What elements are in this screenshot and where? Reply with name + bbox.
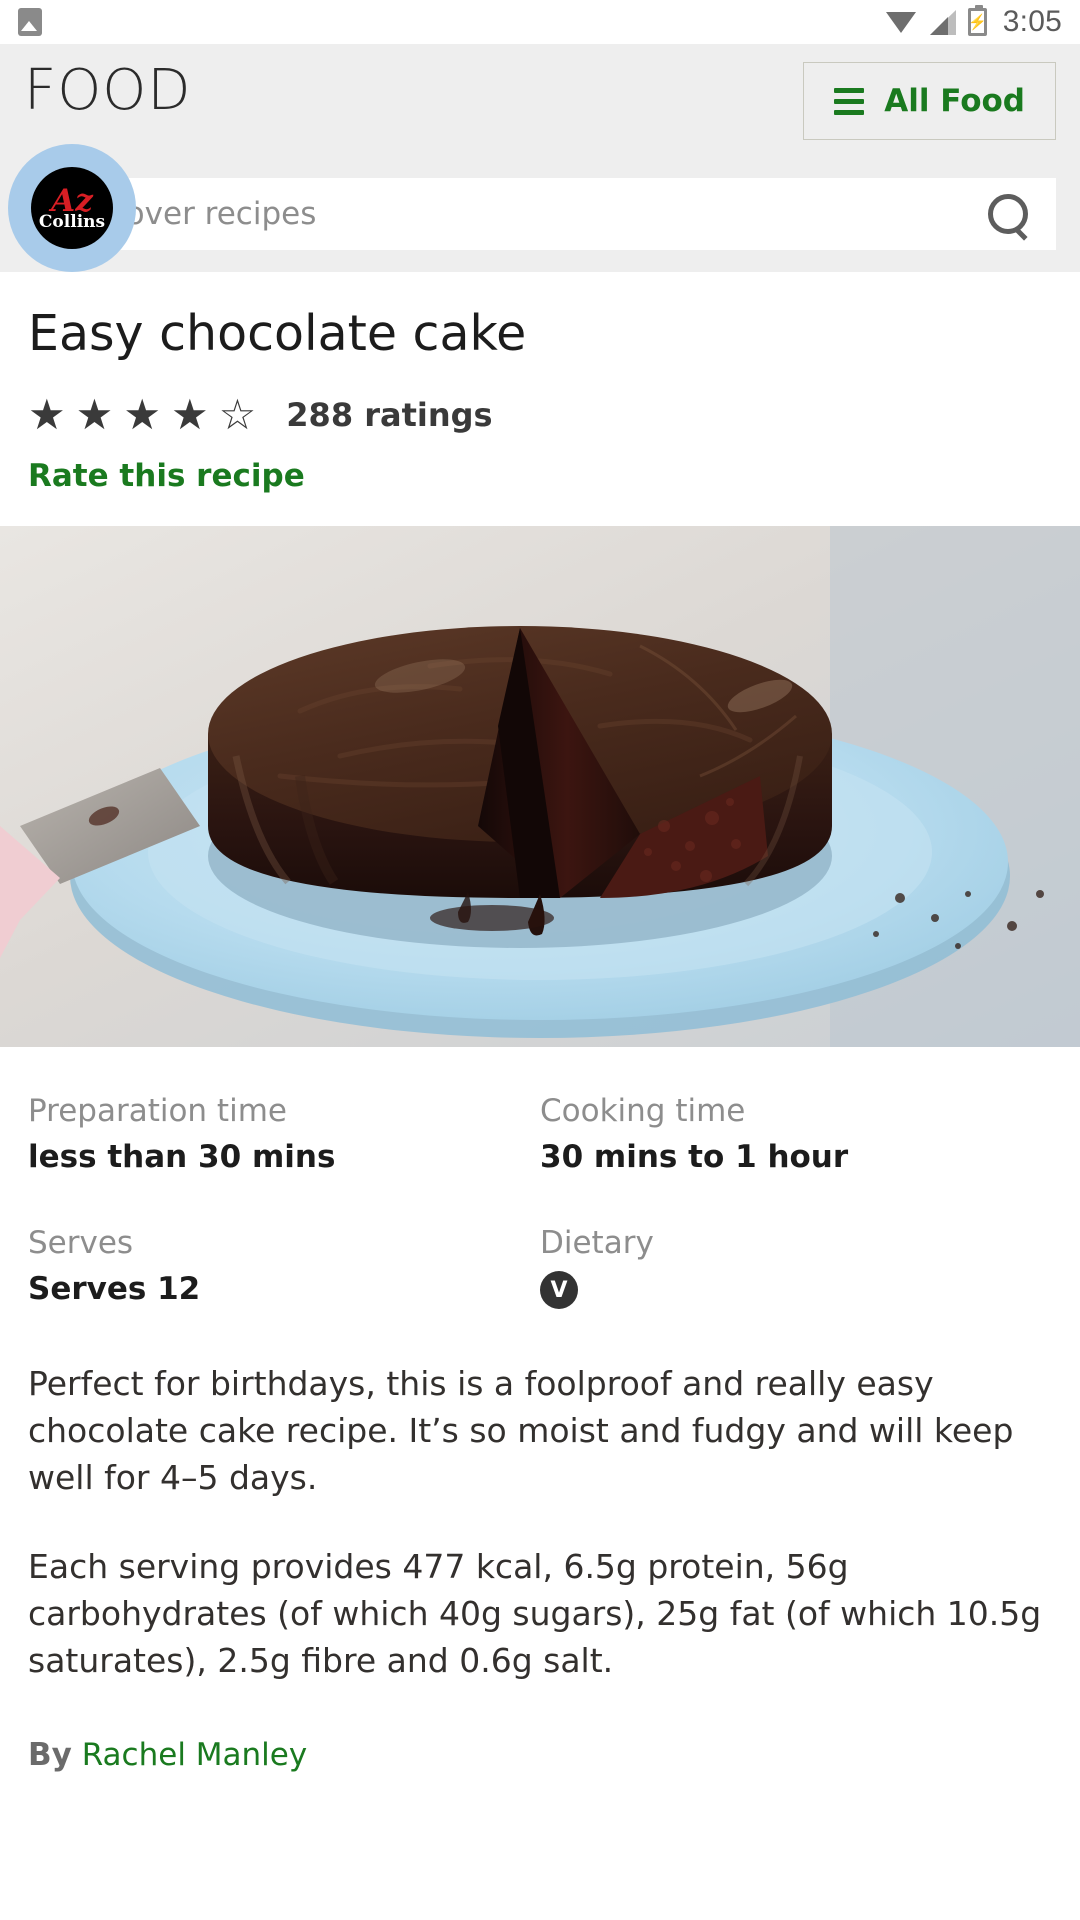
status-bar-clock: 3:05	[1002, 5, 1062, 38]
meta-value: less than 30 mins	[28, 1139, 336, 1176]
hero-illustration	[0, 526, 1080, 1048]
rate-this-recipe-link[interactable]: Rate this recipe	[28, 458, 305, 494]
star-2-filled[interactable]: ★	[76, 394, 114, 436]
description-paragraph-2: Each serving provides 477 kcal, 6.5g pro…	[28, 1546, 1042, 1680]
recipe-header-block: Easy chocolate cake ★ ★ ★ ★ ☆ 288 ratings Ra…	[0, 272, 1080, 495]
recipe-hero-image	[0, 526, 1080, 1048]
page-title: Easy chocolate cake	[28, 305, 527, 362]
meta-value: 30 mins to 1 hour	[540, 1139, 849, 1176]
search-icon[interactable]	[986, 192, 1030, 236]
collins-logo-circle: Az Collins	[31, 167, 113, 249]
meta-item-cooking-time: Cooking time 30 mins to 1 hour	[540, 1093, 1052, 1175]
meta-item-preparation-time: Preparation time less than 30 mins	[28, 1093, 540, 1175]
vegetarian-badge-icon: V	[540, 1271, 578, 1310]
byline: By Rachel Manley	[0, 1737, 1080, 1773]
site-brand-logo[interactable]: FOOD	[24, 61, 192, 121]
meta-label: Cooking time	[540, 1093, 746, 1130]
search-bar[interactable]	[24, 178, 1056, 250]
meta-label: Dietary	[540, 1225, 654, 1262]
battery-charging-icon: ⚡	[967, 5, 987, 36]
meta-item-serves: Serves Serves 12	[28, 1225, 540, 1309]
byline-prefix: By	[28, 1736, 72, 1773]
collins-brand-text: Collins	[38, 211, 106, 232]
meta-label: Preparation time	[28, 1093, 287, 1130]
star-3-filled[interactable]: ★	[123, 394, 161, 436]
image-icon	[18, 8, 42, 36]
header-top-row: FOOD All Food	[24, 61, 1056, 158]
all-food-label: All Food	[884, 83, 1025, 119]
star-5-empty[interactable]: ☆	[219, 394, 257, 436]
hamburger-icon	[834, 87, 865, 115]
meta-label: Serves	[28, 1225, 134, 1262]
battery-bolt-glyph: ⚡	[967, 13, 987, 31]
header-spacer	[24, 250, 1056, 272]
description-paragraph-1: Perfect for birthdays, this is a foolpro…	[28, 1364, 1014, 1498]
rating-row: ★ ★ ★ ★ ☆ 288 ratings	[28, 394, 1052, 436]
meta-item-dietary: Dietary V	[540, 1225, 1052, 1310]
recipe-description: Perfect for birthdays, this is a foolpro…	[0, 1361, 1080, 1684]
recipe-meta-grid: Preparation time less than 30 mins Cooking…	[0, 1047, 1080, 1310]
collins-dictionary-bubble[interactable]: Az Collins	[8, 144, 136, 272]
site-header: FOOD All Food Az Collins	[0, 44, 1080, 272]
ratings-count: 288 ratings	[286, 396, 493, 435]
meta-value: Serves 12	[28, 1271, 201, 1308]
byline-author-link[interactable]: Rachel Manley	[82, 1737, 308, 1773]
android-status-bar: ⚡ 3:05	[0, 0, 1080, 44]
status-bar-left	[18, 8, 42, 36]
search-input[interactable]	[60, 196, 986, 232]
wifi-icon	[885, 10, 916, 34]
star-1-filled[interactable]: ★	[28, 394, 66, 436]
star-rating[interactable]: ★ ★ ★ ★ ☆	[28, 394, 256, 436]
star-4-filled[interactable]: ★	[171, 394, 209, 436]
signal-icon	[928, 9, 956, 35]
all-food-menu-button[interactable]: All Food	[803, 62, 1056, 140]
status-bar-right: ⚡ 3:05	[885, 5, 1062, 39]
